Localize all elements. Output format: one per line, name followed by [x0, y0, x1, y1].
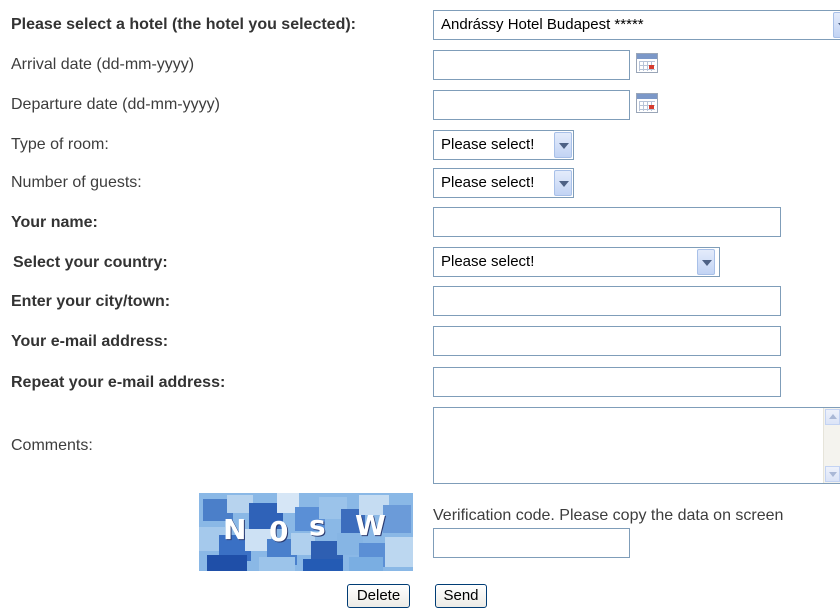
country-select-value: Please select! [441, 253, 535, 270]
departure-label: Departure date (dd-mm-yyyy) [11, 96, 220, 113]
hotel-select[interactable]: Andrássy Hotel Budapest ***** [433, 10, 840, 40]
calendar-icon[interactable] [636, 53, 658, 73]
scroll-down-icon[interactable] [825, 466, 840, 482]
captcha-image: N 0 s W [199, 493, 413, 571]
hotel-select-value: Andrássy Hotel Budapest ***** [441, 16, 644, 33]
chevron-down-icon[interactable] [554, 132, 572, 158]
arrival-date-input[interactable] [433, 50, 630, 80]
captcha-char: 0 [269, 515, 289, 548]
guests-select-value: Please select! [441, 174, 535, 191]
scroll-up-icon[interactable] [825, 409, 840, 425]
room-type-select[interactable]: Please select! [433, 130, 574, 160]
send-button[interactable]: Send [435, 584, 487, 608]
email-repeat-label: Repeat your e-mail address: [11, 374, 226, 391]
email-repeat-input[interactable] [433, 367, 781, 397]
comments-scrollbar[interactable] [823, 408, 840, 483]
comments-label: Comments: [11, 437, 93, 454]
guests-label: Number of guests: [11, 174, 142, 191]
departure-date-input[interactable] [433, 90, 630, 120]
guests-select[interactable]: Please select! [433, 168, 574, 198]
chevron-down-icon[interactable] [697, 249, 715, 275]
verification-input[interactable] [433, 528, 630, 558]
hotel-label: Please select a hotel (the hotel you sel… [11, 16, 356, 33]
comments-textarea[interactable] [433, 407, 840, 484]
captcha-char: W [355, 509, 386, 542]
country-label: Select your country: [13, 254, 168, 271]
chevron-down-icon[interactable] [833, 12, 840, 38]
room-type-select-value: Please select! [441, 136, 535, 153]
city-label: Enter your city/town: [11, 293, 171, 310]
calendar-icon[interactable] [636, 93, 658, 113]
chevron-down-icon[interactable] [554, 170, 572, 196]
room-type-label: Type of room: [11, 136, 109, 153]
arrival-label: Arrival date (dd-mm-yyyy) [11, 56, 195, 73]
captcha-char: s [309, 509, 326, 542]
city-input[interactable] [433, 286, 781, 316]
country-select[interactable]: Please select! [433, 247, 720, 277]
name-input[interactable] [433, 207, 781, 237]
name-label: Your name: [11, 214, 98, 231]
captcha-char: N [223, 513, 247, 546]
verification-text: Verification code. Please copy the data … [433, 507, 784, 524]
delete-button[interactable]: Delete [347, 584, 410, 608]
email-input[interactable] [433, 326, 781, 356]
email-label: Your e-mail address: [11, 333, 169, 350]
